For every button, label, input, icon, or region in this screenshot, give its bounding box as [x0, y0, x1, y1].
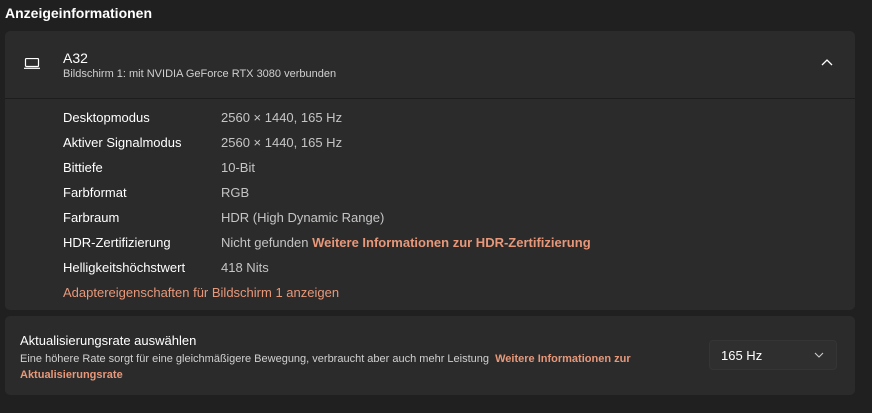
row-label: Farbformat	[63, 185, 127, 200]
row-label: Aktiver Signalmodus	[63, 135, 182, 150]
refresh-title: Aktualisierungsrate auswählen	[20, 333, 197, 348]
row-value: 2560 × 1440, 165 Hz	[221, 135, 343, 150]
row-label: Helligkeitshöchstwert	[63, 260, 186, 275]
row-label: Farbraum	[63, 210, 120, 225]
refresh-description-text: Eine höhere Rate sorgt für eine gleichmä…	[20, 353, 489, 365]
display-name: A32	[63, 50, 88, 66]
row-value: 10-Bit	[221, 160, 255, 175]
refresh-rate-card: Aktualisierungsrate auswählen Eine höher…	[5, 316, 855, 395]
chevron-up-icon[interactable]	[820, 56, 834, 70]
chevron-down-icon	[814, 352, 824, 358]
row-label: Bittiefe	[63, 160, 103, 175]
row-value: Nicht gefunden Weitere Informationen zur…	[221, 235, 591, 250]
display-subtitle: Bildschirm 1: mit NVIDIA GeForce RTX 308…	[63, 68, 337, 80]
dropdown-value: 165 Hz	[721, 348, 763, 363]
display-header[interactable]: A32 Bildschirm 1: mit NVIDIA GeForce RTX…	[5, 31, 855, 99]
row-value: HDR (High Dynamic Range)	[221, 210, 385, 225]
row-label: Desktopmodus	[63, 110, 150, 125]
laptop-icon	[24, 58, 40, 69]
row-label: HDR-Zertifizierung	[63, 235, 171, 250]
row-value: RGB	[221, 185, 250, 200]
adapter-properties-link[interactable]: Adaptereigenschaften für Bildschirm 1 an…	[63, 285, 339, 303]
hdr-info-link[interactable]: Weitere Informationen zur HDR-Zertifizie…	[312, 235, 591, 250]
refresh-rate-dropdown[interactable]: 165 Hz	[709, 340, 837, 370]
refresh-description: Eine höhere Rate sorgt für eine gleichmä…	[20, 351, 690, 383]
row-value: 2560 × 1440, 165 Hz	[221, 110, 343, 125]
hdr-value: Nicht gefunden	[221, 235, 309, 250]
row-value: 418 Nits	[221, 260, 269, 275]
display-info-card: A32 Bildschirm 1: mit NVIDIA GeForce RTX…	[5, 31, 855, 310]
section-title: Anzeigeinformationen	[5, 5, 153, 21]
